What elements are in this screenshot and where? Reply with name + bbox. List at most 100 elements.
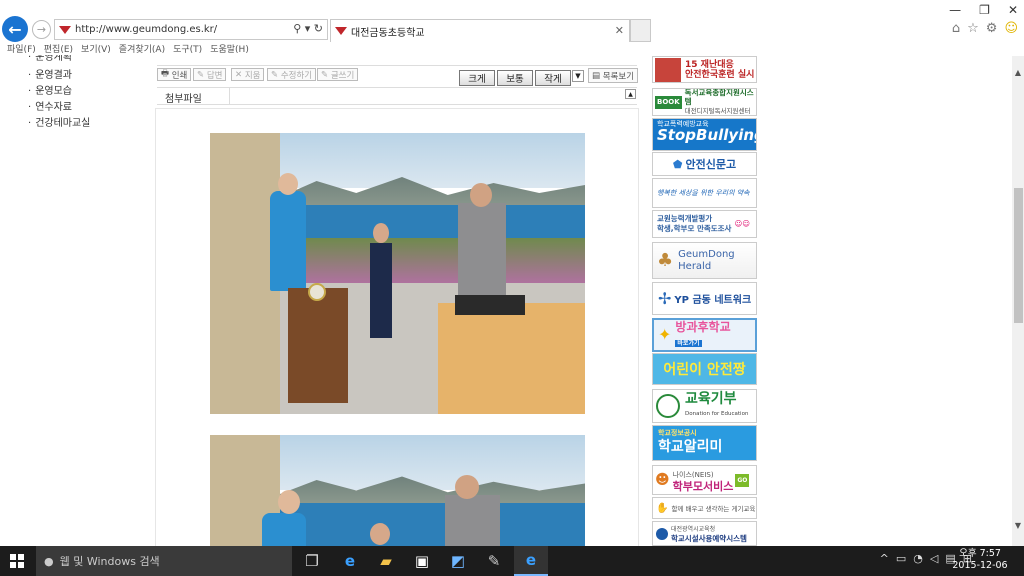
banner-neis-line2: 학부모서비스 [672,480,734,493]
tab-favicon [335,26,347,36]
battery-icon[interactable]: ▭ [896,552,906,565]
taskbar-search-box[interactable]: ● 웹 및 Windows 검색 [36,546,292,576]
favorites-star-icon[interactable]: ☆ [967,21,979,36]
reply-button[interactable]: ✎ 답변 [193,68,227,81]
print-button[interactable]: 🖶 인쇄 [157,68,192,81]
sidebar-item-photos[interactable]: 운영모습 [28,82,72,97]
menu-help[interactable]: 도움말(H) [210,42,249,56]
banner-education-donation[interactable]: 교육기부 Donation for Education [652,389,757,423]
minimize-icon[interactable]: — [949,3,961,17]
address-url[interactable]: http://www.geumdong.es.kr/ [75,24,217,35]
close-window-icon[interactable]: ✕ [1008,3,1018,17]
lightbulb-icon: ✦ [658,325,672,344]
font-large-button[interactable]: 크게 [459,70,495,86]
tab-title: 대전금동초등학교 [351,27,425,39]
banner-stop-bullying[interactable]: 학교폭력예방교육 StopBullying [652,118,757,151]
banner-eval-line2: 학생,학부모 만족도조사 [657,224,732,233]
banner-neis-parent[interactable]: ☻ 나이스(NEIS) 학부모서비스 GO [652,465,757,495]
banner-learning[interactable]: ✋ 함께 배우고 생각하는 게기교육 [652,497,757,519]
print-label: 인쇄 [171,70,188,81]
banner-geumdong-herald[interactable]: ♣ GeumDong Herald [652,242,757,279]
banner-after-school[interactable]: ✦ 방과후학교 바로가기 [652,318,757,352]
scroll-down-icon[interactable]: ▼ [1012,521,1024,530]
banner-facility-reservation[interactable]: 대전광역시교육청 학교시설사용예약시스템 [652,521,757,546]
store-icon[interactable]: ▣ [405,546,439,576]
delete-label: 지움 [244,70,261,81]
delete-button[interactable]: ✕ 지움 [231,68,265,81]
taskbar-clock[interactable]: 오후 7:57 2015-12-06 [950,548,1010,572]
family-icon: ☻ [655,471,670,488]
microphone-icon: ● [44,554,54,568]
attachment-toggle-icon[interactable]: ▲ [625,89,636,99]
banner-reading-system[interactable]: BOOK 독서교육종합지원시스템 대전디지털독서지원센터 [652,88,757,116]
site-favicon [59,25,71,35]
banner-donation-line2: Donation for Education [685,410,749,417]
banner-neis-line1: 나이스(NEIS) [672,471,714,479]
app-icon[interactable]: ◩ [441,546,475,576]
file-explorer-icon[interactable]: ▰ [369,546,403,576]
address-bar[interactable]: http://www.geumdong.es.kr/ ⚲ ▾ ↻ [54,19,328,40]
menu-edit[interactable]: 편집(E) [44,42,73,56]
font-small-button[interactable]: 작게 [535,70,571,86]
gingerbread-icon: ♣ [657,249,674,271]
home-icon[interactable]: ⌂ [952,21,960,36]
sidebar-item-health[interactable]: 건강테마교실 [28,114,90,129]
arrow-right-icon: → [36,23,47,36]
menu-file[interactable]: 파일(F) [7,42,36,56]
people-icon: ☺☺ [734,219,751,228]
list-view-button[interactable]: ▤ 목록보기 [588,68,639,83]
smiley-feedback-icon[interactable]: ☺ [1004,21,1018,36]
menu-bar: 파일(F) 편집(E) 보기(V) 즐겨찾기(A) 도구(T) 도움말(H) [0,42,1024,56]
banner-yp-network[interactable]: ✢ YP 금동 네트워크 [652,282,757,315]
menu-view[interactable]: 보기(V) [81,42,111,56]
sidebar-item-plan[interactable]: 운영계획 [28,55,72,65]
menu-favorites[interactable]: 즐겨찾기(A) [119,42,165,56]
browser-tab[interactable]: 대전금동초등학교 ✕ [330,19,630,42]
search-refresh-icons[interactable]: ⚲ ▾ ↻ [293,22,323,35]
scrollbar-thumb[interactable] [1014,188,1023,323]
attachment-divider [229,88,230,105]
menu-tools[interactable]: 도구(T) [173,42,202,56]
task-view-icon[interactable]: ❐ [295,546,329,576]
banner-childsafety-label: 어린이 안전짱 [663,362,746,378]
donation-logo-icon [656,394,680,418]
tray-expand-icon[interactable]: ^ [880,552,889,565]
new-tab-button[interactable] [630,19,651,42]
banner-safety-report[interactable]: ⬟ 안전신문고 [652,152,757,176]
back-button[interactable]: ← [2,16,28,42]
restore-icon[interactable]: ❐ [979,3,990,17]
volume-icon[interactable]: ◁ [930,552,938,565]
banner-teacher-eval[interactable]: 교원능력개발평가 학생,학부모 만족도조사 ☺☺ [652,210,757,238]
banner-afterschool-link: 바로가기 [675,339,702,347]
write-button[interactable]: ✎ 글쓰기 [317,68,359,81]
edit-label: 수정하기 [280,70,313,81]
banner-facility-line2: 학교시설사용예약시스템 [671,534,747,543]
banner-child-safety[interactable]: 어린이 안전짱 [652,353,757,385]
font-normal-button[interactable]: 보통 [497,70,533,86]
browser-tools: ⌂ ☆ ⚙ ☺ [952,21,1018,36]
network-icon[interactable]: ◔ [913,552,923,565]
windows-start-icon[interactable] [10,554,24,568]
taskbar-search-placeholder: 웹 및 Windows 검색 [59,555,160,568]
banner-school-info[interactable]: 학교정보공시 학교알리미 [652,425,757,461]
pinwheel-icon: ✢ [658,289,672,308]
post-photo-2 [210,435,585,546]
scroll-up-icon[interactable]: ▲ [1012,68,1024,77]
banner-promise[interactable]: 행복한 세상을 위한 우리의 약속 [652,178,757,208]
edit-button[interactable]: ✎ 수정하기 [267,68,317,81]
close-tab-icon[interactable]: ✕ [615,24,624,37]
sidebar-item-results[interactable]: 운영결과 [28,66,72,81]
banner-disaster-line2: 안전한국훈련 실시 [685,69,755,80]
banner-eval-line1: 교원능력개발평가 [657,214,713,223]
banner-donation-line1: 교육기부 [685,390,737,407]
banner-disaster-drill[interactable]: 15 재난대응 안전한국훈련 실시 [652,56,757,83]
banner-neis-go: GO [735,473,750,487]
internet-explorer-icon[interactable]: e [514,546,548,576]
edge-browser-icon[interactable]: e [333,546,367,576]
forward-button[interactable]: → [32,20,51,39]
sidebar-item-materials[interactable]: 연수자료 [28,98,72,113]
banner-reading-line1: 독서교육종합지원시스템 [684,88,754,106]
paint-app-icon[interactable]: ✎ [477,546,511,576]
collapse-toolbar-icon[interactable]: ▼ [572,70,584,82]
settings-gear-icon[interactable]: ⚙ [986,21,998,36]
